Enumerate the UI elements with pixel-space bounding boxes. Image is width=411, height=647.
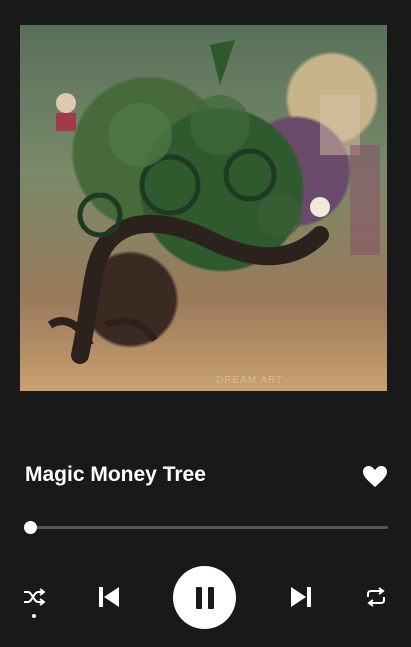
artwork-illustration — [47, 40, 380, 364]
track-title: Magic Money Tree — [25, 463, 206, 486]
shuffle-active-dot — [32, 614, 36, 618]
repeat-icon — [367, 587, 385, 607]
shuffle-icon — [24, 588, 45, 606]
play-pause-button[interactable] — [173, 566, 236, 629]
progress-bar[interactable] — [23, 521, 388, 534]
repeat-button[interactable] — [362, 585, 390, 609]
like-button[interactable] — [362, 464, 388, 490]
album-artwork: DREAM ART — [20, 25, 387, 391]
skip-previous-icon — [99, 587, 119, 607]
shuffle-button[interactable] — [20, 585, 48, 609]
pause-icon — [195, 586, 214, 609]
previous-button[interactable] — [94, 582, 124, 612]
artwork-signature: DREAM ART — [216, 375, 284, 386]
heart-icon — [363, 466, 387, 487]
progress-knob[interactable] — [23, 521, 37, 534]
skip-next-icon — [291, 587, 311, 607]
next-button[interactable] — [286, 582, 316, 612]
